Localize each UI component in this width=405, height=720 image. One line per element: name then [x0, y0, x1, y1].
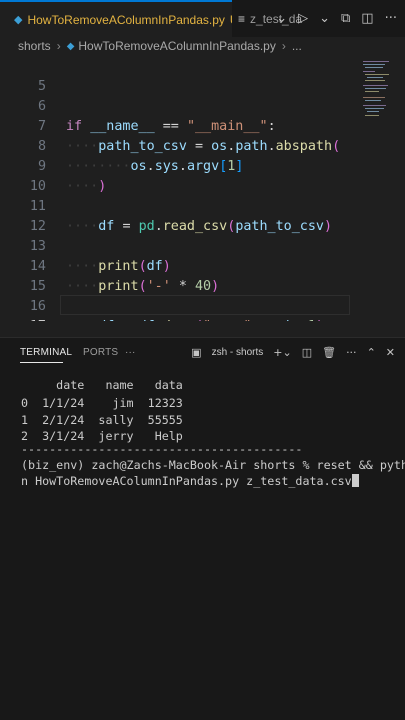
- chevron-right-icon: ›: [56, 39, 61, 53]
- python-file-icon: ◆: [14, 14, 23, 26]
- code-line: 13 ····print(df): [0, 217, 360, 274]
- terminal-command-text: n HowToRemoveAColumnInPandas.py z_test_d…: [21, 474, 352, 488]
- breadcrumb-more[interactable]: ...: [292, 39, 302, 53]
- code-line: 10: [0, 157, 360, 194]
- breadcrumb: shorts › ◆ HowToRemoveAColumnInPandas.py…: [0, 37, 405, 55]
- more-actions-icon[interactable]: ···: [346, 346, 357, 359]
- code-line: 9 ····): [0, 137, 360, 194]
- code-line: 15: [0, 257, 360, 294]
- split-terminal-icon[interactable]: ◫: [302, 346, 312, 359]
- minimap[interactable]: [360, 55, 405, 321]
- chevron-down-icon-2[interactable]: ⌄: [319, 11, 330, 26]
- terminal-output[interactable]: date name data 0 1/1/24 jim 12323 1 2/1/…: [0, 365, 405, 720]
- editor-tab-bar: ◆ HowToRemoveAColumnInPandas.py U × ≡ z_…: [0, 0, 405, 38]
- python-file-icon-small: ◆: [66, 40, 75, 52]
- terminal-line: 0 1/1/24 jim 12323: [21, 396, 183, 410]
- terminal-icon: ▣: [191, 345, 202, 359]
- csv-file-icon: ≡: [238, 11, 246, 26]
- panel-more-icon[interactable]: ···: [125, 347, 136, 358]
- terminal-line: 1 2/1/24 sally 55555: [21, 413, 183, 427]
- split-editor-icon[interactable]: ◫: [361, 11, 373, 26]
- tab-active-file[interactable]: ◆ HowToRemoveAColumnInPandas.py U ×: [0, 0, 232, 37]
- terminal-cursor: [351, 474, 359, 487]
- terminal-line: ----------------------------------------: [21, 442, 303, 456]
- maximize-panel-icon[interactable]: ⌃: [367, 346, 376, 359]
- code-line: 12: [0, 197, 360, 234]
- chevron-down-icon[interactable]: ⌄: [276, 11, 287, 26]
- panel-divider[interactable]: [0, 321, 405, 337]
- code-line-current: 17 ····print(df): [0, 297, 360, 321]
- code-line: 8 ········os.sys.argv[1]: [0, 117, 360, 174]
- close-panel-icon[interactable]: ✕: [386, 346, 395, 359]
- tab-terminal[interactable]: TERMINAL: [20, 347, 72, 358]
- editor-actions: ⌄ ▷ ⌄ ⧉ ◫ ···: [276, 0, 405, 37]
- code-line: 6 if __name__ == "__main__":: [0, 77, 360, 134]
- terminal-actions: ▣ zsh - shorts +⌄ ◫ 🗑 ··· ⌃ ✕: [191, 338, 395, 366]
- trash-icon[interactable]: 🗑: [322, 346, 336, 359]
- panel-header: TERMINAL PORTS ··· ▣ zsh - shorts +⌄ ◫ 🗑…: [0, 337, 405, 366]
- active-tab-indicator: [20, 362, 63, 363]
- untracked-status: U: [230, 13, 232, 27]
- terminal-name[interactable]: zsh - shorts: [212, 347, 264, 358]
- code-line: 5: [0, 57, 360, 94]
- run-icon[interactable]: ▷: [298, 11, 308, 26]
- chevron-right-icon-2: ›: [281, 39, 286, 53]
- code-line: 11 ····df = pd.read_csv(path_to_csv): [0, 177, 360, 234]
- breadcrumb-file[interactable]: HowToRemoveAColumnInPandas.py: [78, 39, 275, 53]
- code-editor[interactable]: 5 6 if __name__ == "__main__": 7 ····pat…: [0, 55, 405, 321]
- code-line: 16 ····df = df.drop("name", axis=1): [0, 277, 360, 321]
- code-line: 7 ····path_to_csv = os.path.abspath(: [0, 97, 360, 154]
- new-terminal-icon[interactable]: +⌄: [273, 346, 291, 359]
- code-line: 14 ····print('-' * 40): [0, 237, 360, 294]
- terminal-prompt-line-wrapped: n HowToRemoveAColumnInPandas.py z_test_d…: [21, 473, 359, 489]
- tab-file-name: HowToRemoveAColumnInPandas.py: [27, 12, 225, 27]
- terminal-line: date name data: [21, 378, 183, 392]
- more-actions-icon[interactable]: ···: [385, 11, 397, 26]
- terminal-prompt-line: (biz_env) zach@Zachs-MacBook-Air shorts …: [21, 458, 405, 472]
- compare-icon[interactable]: ⧉: [341, 11, 350, 26]
- breadcrumb-folder[interactable]: shorts: [18, 39, 51, 53]
- tab-ports[interactable]: PORTS: [83, 347, 118, 358]
